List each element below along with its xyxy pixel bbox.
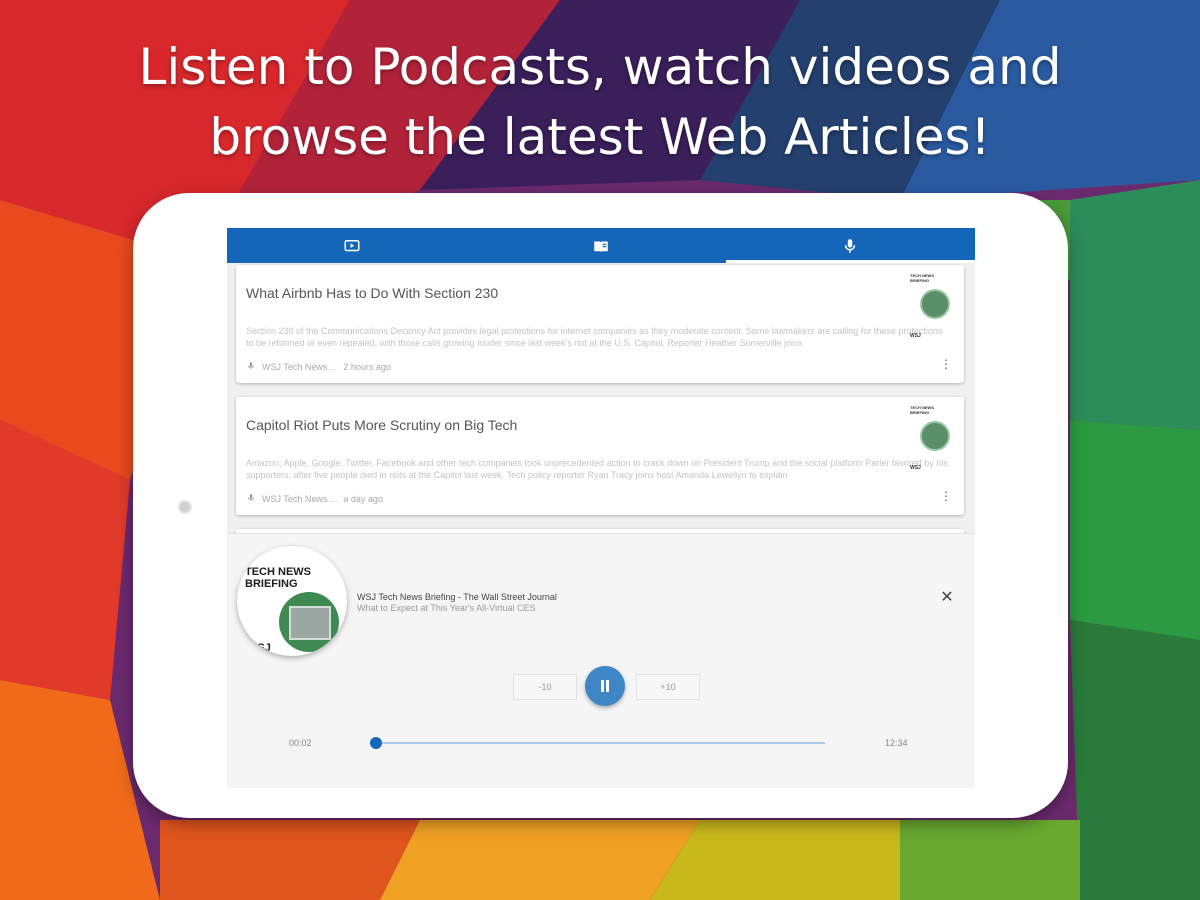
- artwork-brand: WSJ: [247, 642, 271, 654]
- app-screen: What Airbnb Has to Do With Section 230 S…: [227, 228, 975, 788]
- total-time: 12:34: [885, 738, 908, 748]
- more-options-icon[interactable]: ⋮: [940, 358, 952, 370]
- episode-list: What Airbnb Has to Do With Section 230 S…: [227, 263, 975, 549]
- episode-thumbnail: TECH NEWS BRIEFING WSJ: [910, 405, 954, 471]
- artwork-label: TECH NEWS BRIEFING: [245, 566, 311, 590]
- skip-forward-button[interactable]: +10: [636, 674, 700, 700]
- tab-videos[interactable]: [227, 228, 476, 263]
- episode-title: What Airbnb Has to Do With Section 230: [246, 285, 499, 301]
- podcast-artwork: TECH NEWS BRIEFING WSJ: [237, 546, 347, 656]
- episode-meta: WSJ Tech News ... a day ago: [246, 493, 383, 505]
- episode-description: Section 230 of the Communications Decenc…: [246, 326, 943, 348]
- headline-line-2: browse the latest Web Articles!: [209, 108, 991, 166]
- thumbnail-image: [920, 289, 950, 319]
- episode-title: Capitol Riot Puts More Scrutiny on Big T…: [246, 417, 518, 433]
- tab-articles[interactable]: [476, 228, 725, 263]
- microphone-icon: [845, 238, 856, 253]
- article-icon: [594, 241, 608, 252]
- thumbnail-brand: WSJ: [910, 333, 921, 339]
- track-subtitle: What to Expect at This Year's All-Virtua…: [357, 603, 536, 613]
- tablet-frame: What Airbnb Has to Do With Section 230 S…: [133, 193, 1068, 818]
- episode-card[interactable]: Capitol Riot Puts More Scrutiny on Big T…: [236, 397, 964, 515]
- mini-player: TECH NEWS BRIEFING WSJ WSJ Tech News Bri…: [227, 533, 975, 788]
- track-title: WSJ Tech News Briefing - The Wall Street…: [357, 592, 557, 602]
- headline: Listen to Podcasts, watch videos and bro…: [0, 32, 1200, 172]
- seek-bar-thumb[interactable]: [370, 737, 383, 749]
- thumbnail-label: TECH NEWS BRIEFING: [910, 273, 934, 283]
- thumbnail-label: TECH NEWS BRIEFING: [910, 405, 934, 415]
- episode-description: Amazon, Apple, Google, Twitter, Facebook…: [246, 458, 948, 480]
- tab-bar: [227, 228, 975, 263]
- episode-time: a day ago: [343, 494, 383, 504]
- episode-thumbnail: TECH NEWS BRIEFING WSJ: [910, 273, 954, 339]
- more-options-icon[interactable]: ⋮: [940, 490, 952, 502]
- headline-line-1: Listen to Podcasts, watch videos and: [138, 38, 1062, 96]
- podcast-icon: [246, 361, 256, 373]
- close-icon[interactable]: ✕: [939, 590, 955, 606]
- thumbnail-image: [920, 421, 950, 451]
- episode-card[interactable]: What Airbnb Has to Do With Section 230 S…: [236, 265, 964, 383]
- episode-source: WSJ Tech News ...: [262, 362, 338, 372]
- tablet-camera: [178, 500, 192, 514]
- skip-back-button[interactable]: -10: [513, 674, 577, 700]
- pause-button[interactable]: [585, 666, 625, 706]
- thumbnail-brand: WSJ: [910, 465, 921, 471]
- episode-time: 2 hours ago: [343, 362, 391, 372]
- seek-bar[interactable]: [370, 737, 825, 749]
- episode-source: WSJ Tech News ...: [262, 494, 338, 504]
- podcast-icon: [246, 493, 256, 505]
- video-icon: [344, 239, 360, 251]
- artwork-image: [279, 592, 339, 652]
- episode-meta: WSJ Tech News ... 2 hours ago: [246, 361, 391, 373]
- elapsed-time: 00:02: [289, 738, 312, 748]
- tab-podcasts[interactable]: [725, 228, 975, 263]
